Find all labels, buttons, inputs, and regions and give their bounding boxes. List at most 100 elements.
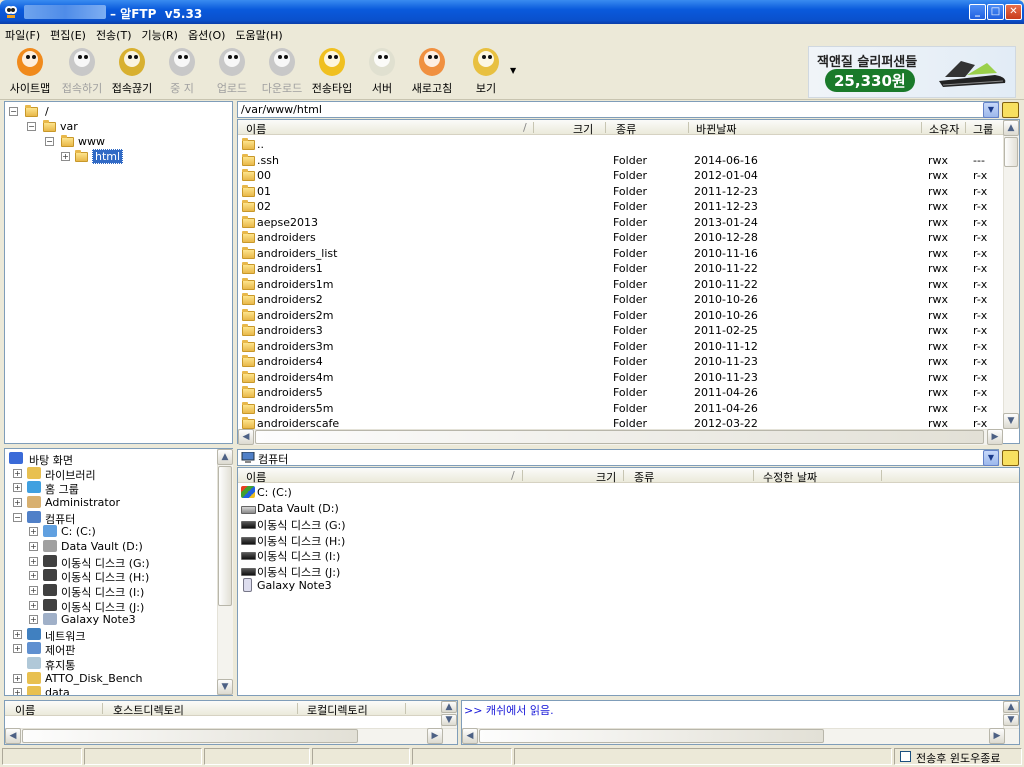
toolbar-button-connect[interactable]: 접속하기 — [56, 48, 108, 96]
local-tree-node[interactable]: + 라이브러리 — [5, 466, 215, 482]
toolbar-button-download[interactable]: 다운로드 — [256, 48, 308, 96]
local-col-modified[interactable]: 수정한 날짜 — [763, 469, 817, 485]
remote-file-row[interactable]: androiders4 Folder 2010-11-23 rwx r-x — [238, 354, 1003, 370]
local-tree-node[interactable]: + data — [5, 685, 215, 695]
local-file-row[interactable]: Data Vault (D:) — [238, 501, 538, 517]
log-scroll-up-icon[interactable]: ▲ — [1003, 701, 1019, 713]
tree-expander-icon[interactable]: − — [13, 512, 22, 522]
remote-file-row[interactable]: androiders3 Folder 2011-02-25 rwx r-x — [238, 323, 1003, 339]
toolbar-button-disconnect[interactable]: 접속끊기 — [106, 48, 158, 96]
remote-scroll-right-icon[interactable]: ▶ — [987, 429, 1003, 445]
tree-expander-icon[interactable]: + — [29, 527, 38, 537]
queue-hscroll-thumb[interactable] — [22, 729, 358, 743]
tree-expander-icon[interactable]: + — [13, 644, 22, 654]
remote-parent-folder-icon[interactable] — [1002, 102, 1019, 118]
local-tree-node[interactable]: + 제어판 — [5, 641, 215, 657]
local-file-row[interactable]: 이동식 디스크 (I:) — [238, 547, 538, 563]
local-file-row[interactable]: 이동식 디스크 (G:) — [238, 516, 538, 532]
remote-file-row[interactable]: androiders5m Folder 2011-04-26 rwx r-x — [238, 401, 1003, 417]
tree-expander-icon[interactable]: + — [13, 629, 22, 639]
remote-hscroll-thumb[interactable] — [255, 430, 984, 444]
tree-expander-icon[interactable]: + — [13, 468, 22, 478]
remote-tree-www[interactable]: − www — [45, 134, 165, 149]
local-tree-node[interactable]: 바탕 화면 — [5, 451, 215, 467]
tree-expander-icon[interactable]: + — [29, 571, 38, 581]
tree-expander-icon[interactable]: + — [29, 541, 38, 551]
toolbar-button-upload[interactable]: 업로드 — [206, 48, 258, 96]
remote-file-row[interactable]: .ssh Folder 2014-06-16 rwx --- — [238, 153, 1003, 169]
local-path-input[interactable]: 컴퓨터 — [237, 449, 999, 466]
tree-expander-icon[interactable]: + — [13, 483, 22, 493]
remote-file-row[interactable]: androiders4m Folder 2010-11-23 rwx r-x — [238, 370, 1003, 386]
tree-expander-icon[interactable]: + — [29, 585, 38, 595]
remote-col-owner[interactable]: 소유자 — [929, 121, 959, 137]
toolbar-button-view[interactable]: 보기 — [460, 48, 512, 96]
toolbar-button-transfer-type[interactable]: 전송타입 — [306, 48, 358, 96]
log-scroll-right-icon[interactable]: ▶ — [989, 728, 1005, 744]
queue-scroll-left-icon[interactable]: ◀ — [5, 728, 21, 744]
remote-col-size[interactable]: 크기 — [573, 121, 593, 137]
remote-path-dropdown-icon[interactable]: ▼ — [983, 102, 999, 118]
menu-file[interactable]: 파일(F) — [0, 24, 45, 43]
toolbar-button-sitemap[interactable]: 사이트맵 — [4, 48, 56, 96]
local-tree-node[interactable]: 휴지통 — [5, 656, 215, 672]
maximize-button[interactable]: □ — [987, 4, 1004, 20]
remote-file-row[interactable]: 00 Folder 2012-01-04 rwx r-x — [238, 168, 1003, 184]
ad-banner[interactable]: 잭앤질 슬리퍼샌들 25,330원 — [808, 46, 1016, 98]
remote-scroll-up-icon[interactable]: ▲ — [1003, 120, 1019, 136]
local-tree-node[interactable]: − 컴퓨터 — [5, 510, 215, 526]
remote-file-row[interactable]: .. — [238, 137, 1003, 153]
local-tree-node[interactable]: + C: (C:) — [5, 524, 215, 539]
remote-col-name[interactable]: 이름 — [246, 121, 266, 137]
remote-vscroll-thumb[interactable] — [1004, 137, 1018, 167]
local-tree-node[interactable]: + 이동식 디스크 (H:) — [5, 568, 215, 584]
remote-file-row[interactable]: aepse2013 Folder 2013-01-24 rwx r-x — [238, 215, 1003, 231]
toolbar-button-stop[interactable]: 중 지 — [156, 48, 208, 96]
toolbar-button-server[interactable]: 서버 — [356, 48, 408, 96]
local-file-row[interactable]: Galaxy Note3 — [238, 578, 538, 594]
remote-file-row[interactable]: androiders3m Folder 2010-11-12 rwx r-x — [238, 339, 1003, 355]
local-tree-node[interactable]: + Data Vault (D:) — [5, 539, 215, 554]
remote-col-type[interactable]: 종류 — [616, 121, 636, 137]
log-scroll-left-icon[interactable]: ◀ — [462, 728, 478, 744]
remote-file-row[interactable]: 01 Folder 2011-12-23 rwx r-x — [238, 184, 1003, 200]
local-file-row[interactable]: 이동식 디스크 (H:) — [238, 532, 538, 548]
remote-tree-html[interactable]: + html — [61, 149, 181, 164]
tree-expander-icon[interactable]: + — [29, 556, 38, 566]
local-tree-node[interactable]: + 이동식 디스크 (J:) — [5, 598, 215, 614]
log-scroll-down-icon[interactable]: ▼ — [1003, 714, 1019, 726]
remote-path-input[interactable]: /var/www/html — [237, 101, 999, 118]
toolbar-overflow-chevron-icon[interactable]: ▼ — [510, 66, 516, 75]
menu-edit[interactable]: 편집(E) — [45, 24, 91, 43]
local-parent-folder-icon[interactable] — [1002, 450, 1019, 466]
remote-tree-var[interactable]: − var — [27, 119, 147, 134]
local-tree-scroll-down-icon[interactable]: ▼ — [217, 679, 233, 695]
menu-transfer[interactable]: 전송(T) — [91, 24, 137, 43]
remote-file-row[interactable]: androiders2 Folder 2010-10-26 rwx r-x — [238, 292, 1003, 308]
tree-expander-icon[interactable]: + — [13, 688, 22, 695]
local-path-dropdown-icon[interactable]: ▼ — [983, 450, 999, 466]
remote-file-row[interactable]: androiderscafe Folder 2012-03-22 rwx r-x — [238, 416, 1003, 429]
remote-scroll-down-icon[interactable]: ▼ — [1003, 413, 1019, 429]
queue-col-host-dir[interactable]: 호스트디렉토리 — [113, 702, 184, 718]
local-tree-node[interactable]: + 홈 그룹 — [5, 480, 215, 496]
tree-expander-icon[interactable]: + — [29, 615, 38, 625]
remote-file-row[interactable]: 02 Folder 2011-12-23 rwx r-x — [238, 199, 1003, 215]
queue-scroll-right-icon[interactable]: ▶ — [427, 728, 443, 744]
queue-scroll-down-icon[interactable]: ▼ — [441, 714, 457, 726]
remote-file-row[interactable]: androiders Folder 2010-12-28 rwx r-x — [238, 230, 1003, 246]
local-tree-scroll-up-icon[interactable]: ▲ — [217, 449, 233, 465]
local-col-size[interactable]: 크기 — [596, 469, 616, 485]
queue-scroll-up-icon[interactable]: ▲ — [441, 701, 457, 713]
menu-options[interactable]: 옵션(O) — [183, 24, 230, 43]
remote-file-row[interactable]: androiders_list Folder 2010-11-16 rwx r-x — [238, 246, 1003, 262]
queue-col-local-dir[interactable]: 로컬디렉토리 — [307, 702, 368, 718]
local-tree-node[interactable]: + 네트워크 — [5, 627, 215, 643]
local-file-row[interactable]: 이동식 디스크 (J:) — [238, 563, 538, 579]
tree-expander-icon[interactable]: + — [13, 497, 22, 507]
remote-file-row[interactable]: androiders5 Folder 2011-04-26 rwx r-x — [238, 385, 1003, 401]
local-col-name[interactable]: 이름 — [246, 469, 266, 485]
toolbar-button-refresh[interactable]: 새로고침 — [406, 48, 458, 96]
shutdown-after-transfer-checkbox[interactable] — [900, 751, 911, 762]
remote-scroll-left-icon[interactable]: ◀ — [238, 429, 254, 445]
